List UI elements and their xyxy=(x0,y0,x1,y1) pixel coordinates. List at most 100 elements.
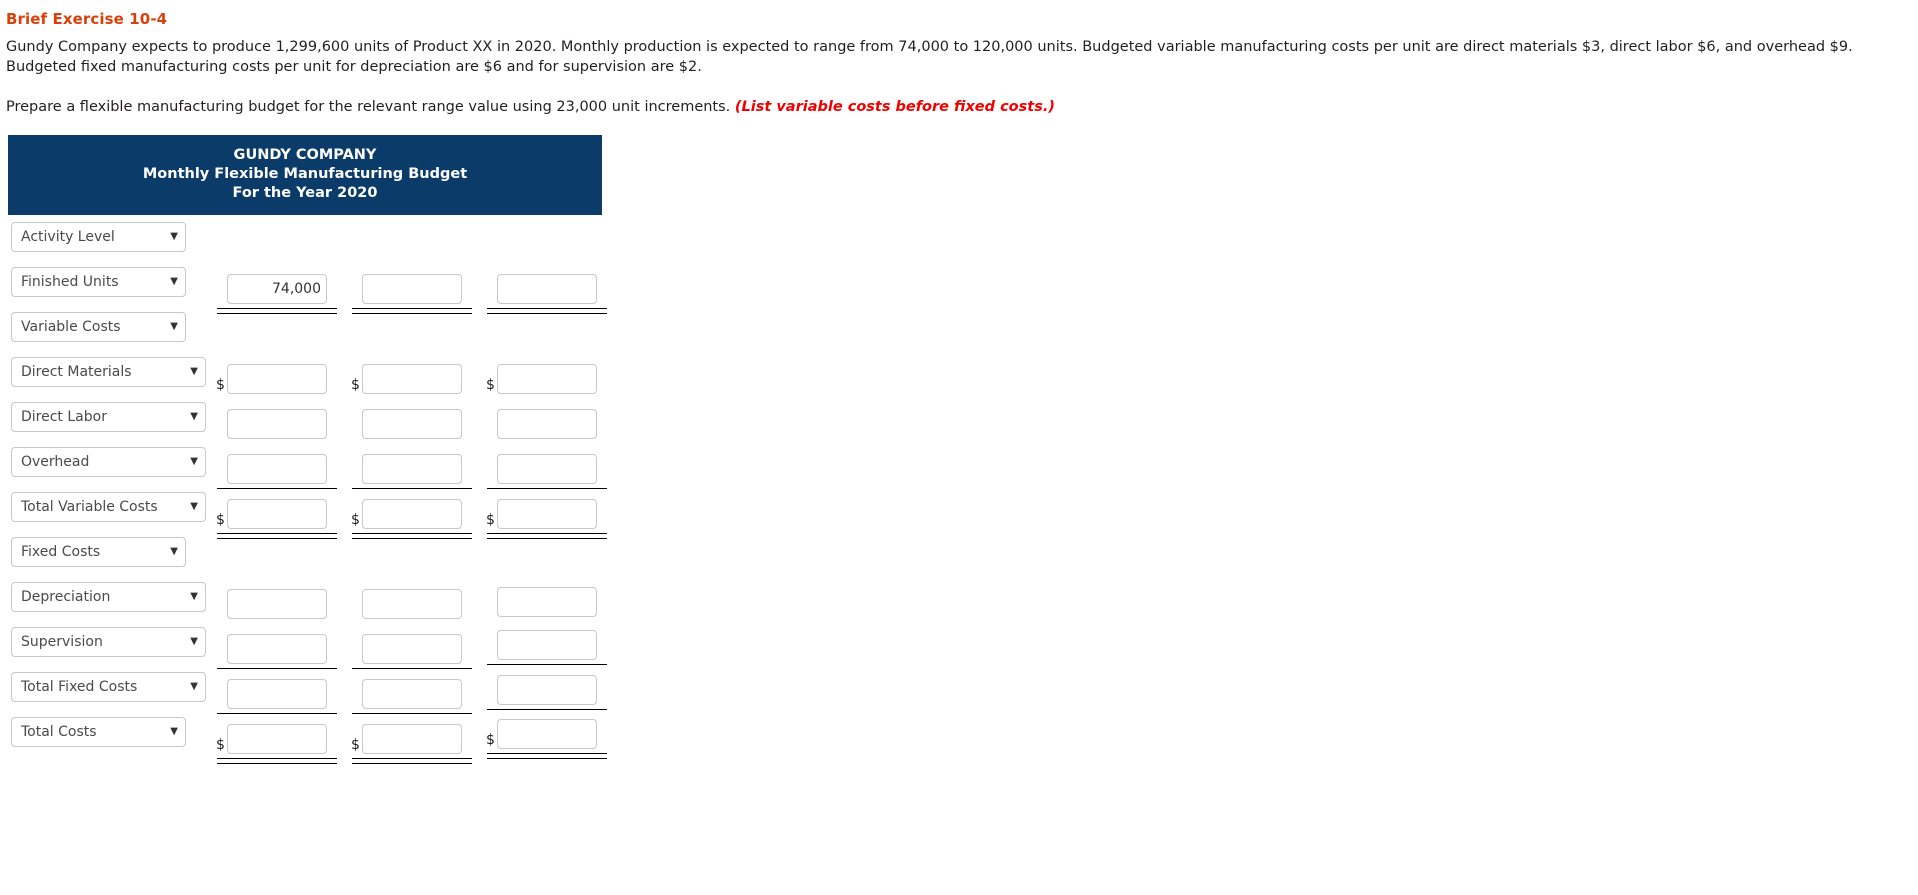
amount-input-direct-materials-col3[interactable] xyxy=(497,363,597,394)
amount-input-supervision-col3[interactable] xyxy=(497,629,597,660)
amount-input-overhead-col1[interactable] xyxy=(227,453,327,484)
worksheet-statement-name: Monthly Flexible Manufacturing Budget xyxy=(142,165,468,182)
amount-cell xyxy=(217,678,337,714)
worksheet-row: Overhead ▼ xyxy=(8,446,628,492)
chevron-down-icon: ▼ xyxy=(190,680,198,692)
amount-input-depreciation-col2[interactable] xyxy=(362,588,462,619)
amount-cell xyxy=(352,453,472,489)
currency-symbol: $ xyxy=(351,511,360,528)
chevron-down-icon: ▼ xyxy=(170,320,178,332)
currency-symbol: $ xyxy=(216,511,225,528)
worksheet-row: Finished Units ▼ xyxy=(8,266,628,314)
amount-input-direct-labor-col1[interactable] xyxy=(227,408,327,439)
amount-input-direct-labor-col3[interactable] xyxy=(497,408,597,439)
row-label-select-direct-materials[interactable]: Direct Materials ▼ xyxy=(11,356,206,387)
row-label-text: Finished Units xyxy=(21,273,119,290)
row-label-text: Depreciation xyxy=(21,588,111,605)
worksheet-header: GUNDY COMPANY Monthly Flexible Manufactu… xyxy=(8,135,602,215)
amount-cell xyxy=(352,633,472,669)
amount-cell xyxy=(497,586,597,617)
worksheet-row: Activity Level ▼ xyxy=(8,221,628,267)
chevron-down-icon: ▼ xyxy=(190,365,198,377)
currency-symbol: $ xyxy=(216,736,225,753)
chevron-down-icon: ▼ xyxy=(190,590,198,602)
amount-cell xyxy=(487,273,607,314)
amount-input-overhead-col2[interactable] xyxy=(362,453,462,484)
chevron-down-icon: ▼ xyxy=(190,635,198,647)
row-label-text: Variable Costs xyxy=(21,318,121,335)
amount-cell xyxy=(217,273,337,314)
amount-cell xyxy=(217,453,337,489)
worksheet-rows: Activity Level▼Finished Units▼Variable C… xyxy=(8,221,628,764)
amount-cell: $ xyxy=(486,363,597,394)
amount-input-total-variable-costs-col3[interactable] xyxy=(497,498,597,529)
amount-input-total-costs-col2[interactable] xyxy=(362,723,462,754)
single-rule xyxy=(487,487,607,489)
row-label-select-activity-level[interactable]: Activity Level ▼ xyxy=(11,221,186,252)
row-label-select-direct-labor[interactable]: Direct Labor ▼ xyxy=(11,401,206,432)
row-label-text: Total Costs xyxy=(21,723,97,740)
single-rule xyxy=(352,667,472,669)
amount-input-total-fixed-costs-col1[interactable] xyxy=(227,678,327,709)
worksheet-period: For the Year 2020 xyxy=(232,184,378,201)
amount-cell: $ xyxy=(351,498,472,539)
worksheet-row: Depreciation ▼ xyxy=(8,581,628,627)
chevron-down-icon: ▼ xyxy=(170,230,178,242)
budget-worksheet: GUNDY COMPANY Monthly Flexible Manufactu… xyxy=(8,135,628,764)
row-label-select-overhead[interactable]: Overhead ▼ xyxy=(11,446,206,477)
page-title: Brief Exercise 10-4 xyxy=(6,10,168,28)
chevron-down-icon: ▼ xyxy=(170,275,178,287)
currency-symbol: $ xyxy=(486,376,495,393)
amount-cell xyxy=(227,408,327,439)
row-label-select-finished-units[interactable]: Finished Units ▼ xyxy=(11,266,186,297)
row-label-select-total-variable-costs[interactable]: Total Variable Costs ▼ xyxy=(11,491,206,522)
amount-input-depreciation-col1[interactable] xyxy=(227,588,327,619)
amount-cell xyxy=(487,629,607,665)
worksheet-company-name: GUNDY COMPANY xyxy=(233,147,377,163)
currency-symbol: $ xyxy=(216,376,225,393)
amount-input-total-costs-col1[interactable] xyxy=(227,723,327,754)
amount-input-supervision-col1[interactable] xyxy=(227,633,327,664)
double-rule xyxy=(352,757,472,764)
amount-input-direct-labor-col2[interactable] xyxy=(362,408,462,439)
amount-cell xyxy=(227,588,327,619)
amount-cell xyxy=(217,633,337,669)
amount-input-total-fixed-costs-col3[interactable] xyxy=(497,674,597,705)
row-label-select-total-costs[interactable]: Total Costs ▼ xyxy=(11,716,186,747)
amount-cell: $ xyxy=(486,498,607,539)
amount-input-total-fixed-costs-col2[interactable] xyxy=(362,678,462,709)
row-label-select-supervision[interactable]: Supervision ▼ xyxy=(11,626,206,657)
amount-input-total-costs-col3[interactable] xyxy=(497,718,597,749)
amount-input-total-variable-costs-col2[interactable] xyxy=(362,498,462,529)
row-label-text: Supervision xyxy=(21,633,103,650)
amount-input-direct-materials-col1[interactable] xyxy=(227,363,327,394)
row-label-text: Direct Materials xyxy=(21,363,132,380)
row-label-select-fixed-costs[interactable]: Fixed Costs ▼ xyxy=(11,536,186,567)
single-rule xyxy=(352,487,472,489)
amount-cell: $ xyxy=(216,498,337,539)
amount-cell xyxy=(497,408,597,439)
row-label-text: Direct Labor xyxy=(21,408,107,425)
row-label-select-depreciation[interactable]: Depreciation ▼ xyxy=(11,581,206,612)
single-rule xyxy=(217,712,337,714)
row-label-select-total-fixed-costs[interactable]: Total Fixed Costs ▼ xyxy=(11,671,206,702)
problem-statement: Gundy Company expects to produce 1,299,6… xyxy=(6,39,1853,75)
amount-input-overhead-col3[interactable] xyxy=(497,453,597,484)
amount-input-finished-units-col2[interactable] xyxy=(362,273,462,304)
exercise-page: Brief Exercise 10-4 Gundy Company expect… xyxy=(0,0,1918,895)
chevron-down-icon: ▼ xyxy=(190,455,198,467)
worksheet-row: Fixed Costs ▼ xyxy=(8,536,628,582)
amount-cell: $ xyxy=(216,363,327,394)
amount-cell: $ xyxy=(486,718,607,759)
amount-input-direct-materials-col2[interactable] xyxy=(362,363,462,394)
single-rule xyxy=(217,667,337,669)
row-label-select-variable-costs[interactable]: Variable Costs ▼ xyxy=(11,311,186,342)
amount-cell xyxy=(487,674,607,710)
amount-input-finished-units-col1[interactable] xyxy=(227,273,327,304)
worksheet-row: Variable Costs ▼ xyxy=(8,311,628,357)
amount-input-supervision-col2[interactable] xyxy=(362,633,462,664)
amount-input-depreciation-col3[interactable] xyxy=(497,586,597,617)
worksheet-row: Supervision ▼ xyxy=(8,626,628,672)
amount-input-finished-units-col3[interactable] xyxy=(497,273,597,304)
amount-input-total-variable-costs-col1[interactable] xyxy=(227,498,327,529)
